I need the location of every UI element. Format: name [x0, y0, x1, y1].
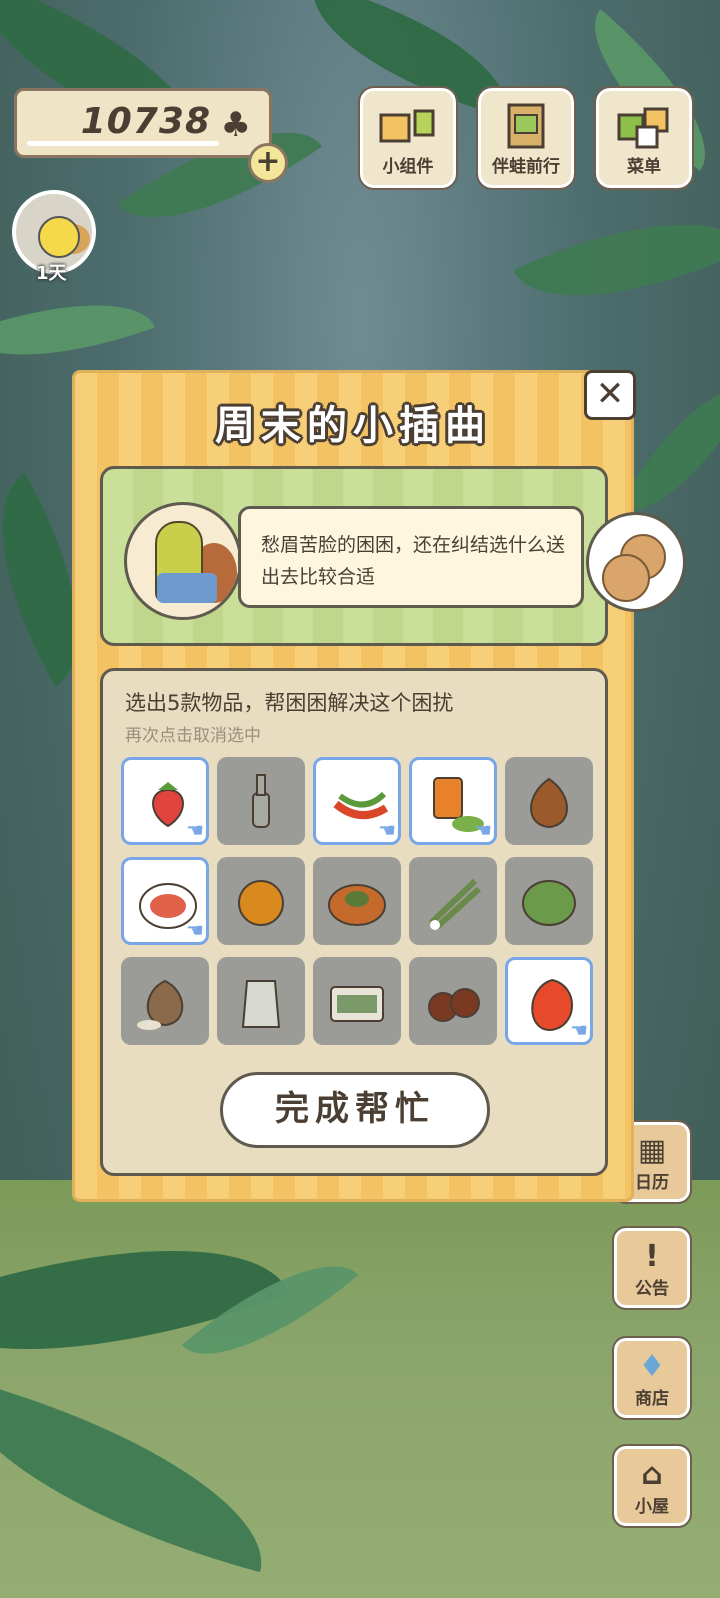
- days-away-label: 1天: [36, 263, 67, 284]
- item-slot-strawberry[interactable]: ☚: [121, 757, 209, 845]
- pie-icon: [328, 884, 386, 926]
- story-text: 愁眉苦脸的困困，还在纠结选什么送出去比较合适: [261, 534, 566, 588]
- close-button[interactable]: ✕: [584, 370, 636, 420]
- frog-journey-label: 伴蛙前行: [492, 157, 560, 177]
- notice-button[interactable]: ! 公告: [612, 1226, 692, 1310]
- wished-item-bubble: [586, 512, 686, 626]
- character-portrait: [124, 502, 242, 620]
- green-onion-icon: [428, 878, 482, 930]
- item-slot-chestnuts[interactable]: [409, 957, 497, 1045]
- menu-icon: [617, 107, 669, 149]
- hint-text: 再次点击取消选中: [125, 726, 261, 746]
- selected-hand-icon: ☚: [474, 818, 492, 842]
- widget-icon: [379, 109, 435, 143]
- house-button[interactable]: ⌂ 小屋: [612, 1444, 692, 1528]
- item-slot-cabbage[interactable]: [505, 857, 593, 945]
- clover-icon: ♣: [220, 105, 251, 145]
- item-slot-canned-food[interactable]: ☚: [409, 757, 497, 845]
- bag-icon: ♦: [638, 1349, 666, 1384]
- house-label: 小屋: [635, 1497, 669, 1517]
- item-slot-rice-sack[interactable]: [121, 957, 209, 1045]
- shop-button[interactable]: ♦ 商店: [612, 1336, 692, 1420]
- item-slot-bottle[interactable]: [217, 757, 305, 845]
- item-slot-orange[interactable]: [217, 857, 305, 945]
- bottle-icon: [252, 774, 270, 828]
- bento-box-icon: [330, 986, 384, 1022]
- item-slot-onion[interactable]: [505, 757, 593, 845]
- selected-hand-icon: ☚: [186, 818, 204, 842]
- cabbage-icon: [522, 880, 576, 926]
- widget-button[interactable]: 小组件: [358, 86, 458, 190]
- notice-label: 公告: [635, 1279, 669, 1299]
- clover-counter: 10738 ♣: [14, 88, 272, 158]
- instruction-text: 选出5款物品，帮困困解决这个困扰: [125, 691, 454, 715]
- house-icon: ⌂: [641, 1457, 663, 1492]
- selected-hand-icon: ☚: [186, 918, 204, 942]
- exclamation-icon: !: [645, 1239, 659, 1274]
- selected-hand-icon: ☚: [378, 818, 396, 842]
- menu-label: 菜单: [627, 157, 661, 177]
- item-slot-mango[interactable]: ☚: [505, 957, 593, 1045]
- dialog-title: 周末的小插曲: [215, 403, 491, 449]
- item-slot-milk-jug[interactable]: [217, 957, 305, 1045]
- add-clover-button[interactable]: +: [248, 143, 288, 183]
- item-slot-green-onion[interactable]: [409, 857, 497, 945]
- onion-icon: [530, 777, 568, 829]
- widget-label: 小组件: [382, 157, 434, 177]
- menu-button[interactable]: 菜单: [594, 86, 694, 190]
- speech-bubble: 愁眉苦脸的困困，还在纠结选什么送出去比较合适: [238, 506, 584, 608]
- close-icon: ✕: [595, 374, 625, 414]
- frog-journey-button[interactable]: 伴蛙前行: [476, 86, 576, 190]
- finish-help-button[interactable]: 完成帮忙: [220, 1072, 490, 1148]
- rice-sack-icon: [137, 979, 184, 1030]
- item-slot-salad-plate[interactable]: ☚: [121, 857, 209, 945]
- ground: [0, 1180, 720, 1598]
- counter-underline: [27, 141, 219, 146]
- clover-count: 10738: [80, 101, 211, 142]
- item-slot-chili-peppers[interactable]: ☚: [313, 757, 401, 845]
- chestnuts-icon: [428, 988, 480, 1022]
- plus-icon: +: [255, 144, 281, 179]
- item-slot-bento-box[interactable]: [313, 957, 401, 1045]
- milk-jug-icon: [241, 980, 281, 1028]
- selected-hand-icon: ☚: [570, 1018, 588, 1042]
- orange-icon: [238, 880, 284, 926]
- shop-label: 商店: [635, 1389, 669, 1409]
- frog-icon: [38, 216, 80, 258]
- book-icon: [507, 103, 545, 149]
- item-slot-pie[interactable]: [313, 857, 401, 945]
